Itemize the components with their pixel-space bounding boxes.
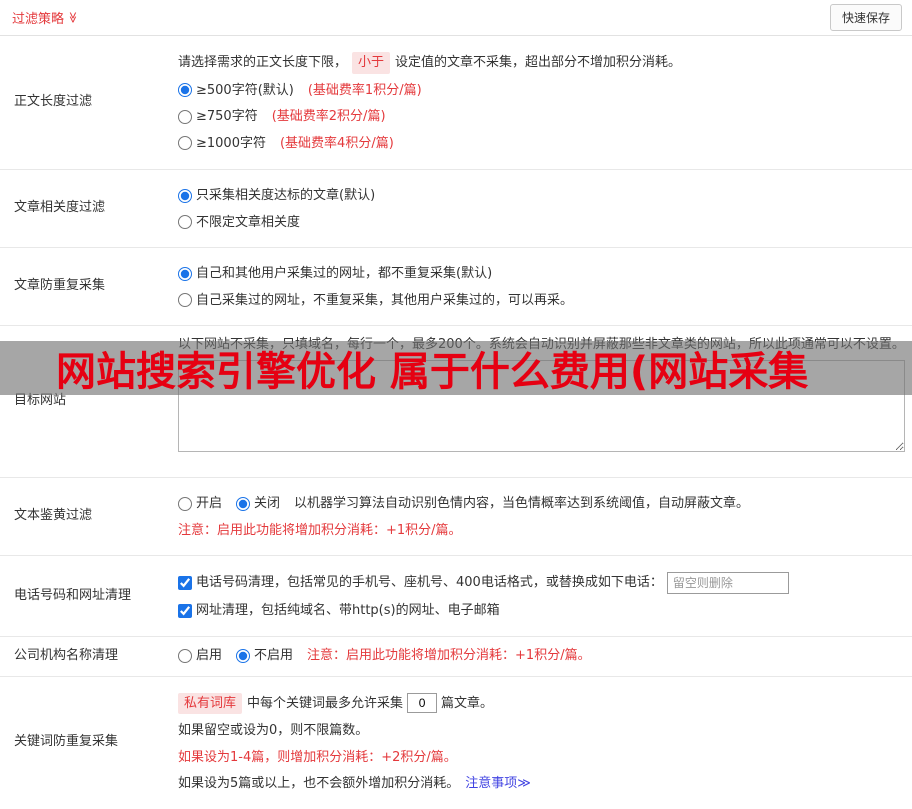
page-title[interactable]: 过滤策略 ≫: [12, 8, 79, 27]
radio-label: ≥750字符: [196, 109, 258, 124]
radio-input[interactable]: [236, 649, 251, 663]
body-length-option-row: ≥750字符 (基础费率2积分/篇): [178, 107, 904, 127]
radio-input[interactable]: [178, 266, 192, 281]
radio-label: 关闭: [254, 496, 281, 511]
section-label: 正文长度过滤: [14, 94, 93, 110]
body-length-option-row: ≥500字符(默认) (基础费率1积分/篇): [178, 81, 904, 101]
less-than-highlight: 小于: [352, 52, 391, 74]
body-length-option-row: ≥1000字符 (基础费率4积分/篇): [178, 134, 904, 154]
radio-input[interactable]: [178, 188, 192, 203]
radio-porn-off[interactable]: 关闭: [236, 494, 280, 514]
radio-label: 不限定文章相关度: [196, 214, 301, 230]
checkbox-input[interactable]: [178, 576, 192, 590]
radio-label: 自己和其他用户采集过的网址，都不重复采集(默认): [196, 266, 493, 281]
replacement-phone-input[interactable]: [666, 572, 789, 594]
phone-cleanup-row: 电话号码清理，包括常见的手机号、座机号、400电话格式，或替换成如下电话：: [178, 572, 904, 594]
radio-input[interactable]: [178, 293, 192, 308]
section-dedupe-url: 文章防重复采集 自己和其他用户采集过的网址，都不重复采集(默认) 自己采集过的网…: [0, 248, 912, 326]
porn-filter-option-row: 开启 关闭 以机器学习算法自动识别色情内容，当色情概率达到系统阈值，自动屏蔽文章…: [178, 494, 904, 514]
section-porn-filter: 文本鉴黄过滤 开启 关闭 以机器学习算法自动识别色情内容，当色情概率达到系统阈值…: [0, 478, 912, 556]
radio-label: 不启用: [254, 648, 294, 664]
keyword-limit-suffix: 篇文章。: [441, 695, 494, 711]
checkbox-input[interactable]: [178, 603, 192, 618]
section-phone-url-cleanup: 电话号码和网址清理 电话号码清理，包括常见的手机号、座机号、400电话格式，或替…: [0, 556, 912, 637]
porn-filter-description: 以机器学习算法自动识别色情内容，当色情概率达到系统阈值，自动屏蔽文章。: [294, 496, 750, 511]
section-content: 电话号码清理，包括常见的手机号、座机号、400电话格式，或替换成如下电话： 网址…: [170, 556, 912, 636]
radio-input[interactable]: [178, 215, 192, 230]
section-content: 开启 关闭 以机器学习算法自动识别色情内容，当色情概率达到系统阈值，自动屏蔽文章…: [170, 478, 912, 555]
radio-dedupe-self-only[interactable]: 自己采集过的网址，不重复采集，其他用户采集过的，可以再采。: [178, 291, 573, 311]
header-bar: 过滤策略 ≫ 快速保存: [0, 0, 912, 36]
chevron-down-icon: ≫: [66, 11, 80, 24]
radio-relevance-any[interactable]: 不限定文章相关度: [178, 213, 300, 233]
radio-porn-on[interactable]: 开启: [178, 494, 222, 514]
checkbox-phone-cleanup[interactable]: 电话号码清理，包括常见的手机号、座机号、400电话格式，或替换成如下电话：: [178, 573, 663, 593]
radio-label: 启用: [196, 648, 223, 664]
section-label: 文章防重复采集: [14, 278, 106, 294]
section-label: 文本鉴黄过滤: [14, 508, 93, 524]
watermark-text: 网站搜索引擎优化 属于什么费用(网站采集: [56, 349, 809, 395]
section-relevance: 文章相关度过滤 只采集相关度达标的文章(默认) 不限定文章相关度: [0, 170, 912, 248]
dedupe-option-row: 自己和其他用户采集过的网址，都不重复采集(默认): [178, 264, 904, 284]
radio-label: ≥500字符(默认): [196, 82, 294, 98]
keyword-note-unlimited: 如果留空或设为0，则不限篇数。: [178, 723, 369, 738]
watermark-overlay: 网站搜索引擎优化 属于什么费用(网站采集: [0, 341, 912, 395]
radio-750-chars[interactable]: ≥750字符: [178, 107, 258, 127]
checkbox-url-cleanup[interactable]: 网址清理，包括纯域名、带http(s)的网址、电子邮箱: [178, 601, 500, 621]
radio-input[interactable]: [178, 496, 192, 511]
checkbox-label: 网址清理，包括纯域名、带http(s)的网址、电子邮箱: [196, 603, 500, 618]
rate-note: (基础费率2积分/篇): [271, 109, 386, 124]
radio-label: 开启: [196, 496, 223, 511]
section-label: 公司机构名称清理: [14, 647, 119, 663]
radio-500-chars[interactable]: ≥500字符(默认): [178, 81, 294, 101]
radio-1000-chars[interactable]: ≥1000字符: [178, 134, 266, 154]
page-title-text: 过滤策略: [12, 12, 65, 27]
radio-label: 只采集相关度达标的文章(默认): [196, 188, 376, 203]
section-label: 关键词防重复采集: [14, 734, 119, 750]
keyword-limit-input[interactable]: [407, 693, 438, 714]
dedupe-option-row: 自己采集过的网址，不重复采集，其他用户采集过的，可以再采。: [178, 291, 904, 311]
keyword-limit-text: 中每个关键词最多允许采集: [247, 695, 404, 711]
company-cleanup-warning: 注意：启用此功能将增加积分消耗：+1积分/篇。: [307, 648, 591, 664]
radio-input[interactable]: [236, 496, 251, 511]
url-cleanup-row: 网址清理，包括纯域名、带http(s)的网址、电子邮箱: [178, 601, 904, 621]
section-content: 请选择需求的正文长度下限， 小于 设定值的文章不采集，超出部分不增加积分消耗。 …: [170, 36, 912, 169]
keyword-note-free-row: 如果设为5篇或以上，也不会额外增加积分消耗。 注意事项≫: [178, 774, 904, 794]
radio-company-on[interactable]: 启用: [178, 646, 222, 666]
section-label: 文章相关度过滤: [14, 200, 106, 216]
section-content: 自己和其他用户采集过的网址，都不重复采集(默认) 自己采集过的网址，不重复采集，…: [170, 248, 912, 325]
relevance-option-row: 不限定文章相关度: [178, 213, 904, 233]
porn-filter-warning: 注意：启用此功能将增加积分消耗：+1积分/篇。: [178, 522, 462, 538]
keyword-note-cost: 如果设为1-4篇，则增加积分消耗：+2积分/篇。: [178, 749, 457, 765]
radio-input[interactable]: [178, 649, 192, 663]
rate-note: (基础费率4积分/篇): [279, 135, 394, 151]
section-content: 私有词库 中每个关键词最多允许采集 篇文章。 如果留空或设为0，则不限篇数。 如…: [170, 677, 912, 809]
radio-input[interactable]: [178, 109, 192, 124]
radio-company-off[interactable]: 不启用: [236, 646, 293, 666]
section-keyword-dedupe: 关键词防重复采集 私有词库 中每个关键词最多允许采集 篇文章。 如果留空或设为0…: [0, 677, 912, 809]
private-lexicon-highlight: 私有词库: [178, 692, 243, 714]
intro-text-post: 设定值的文章不采集，超出部分不增加积分消耗。: [395, 55, 682, 70]
section-content: 启用 不启用 注意：启用此功能将增加积分消耗：+1积分/篇。: [170, 637, 912, 676]
radio-input[interactable]: [178, 136, 192, 151]
section-label: 电话号码和网址清理: [14, 587, 132, 603]
relevance-option-row: 只采集相关度达标的文章(默认): [178, 186, 904, 206]
rate-note: (基础费率1积分/篇): [307, 82, 422, 98]
radio-label: ≥1000字符: [196, 135, 266, 151]
radio-relevance-strict[interactable]: 只采集相关度达标的文章(默认): [178, 186, 375, 206]
intro-text-pre: 请选择需求的正文长度下限，: [178, 55, 348, 70]
radio-input[interactable]: [178, 83, 192, 98]
checkbox-label: 电话号码清理，包括常见的手机号、座机号、400电话格式，或替换成如下电话：: [196, 575, 663, 591]
section-company-cleanup: 公司机构名称清理 启用 不启用 注意：启用此功能将增加积分消耗：+1积分/篇。: [0, 637, 912, 677]
radio-dedupe-global[interactable]: 自己和其他用户采集过的网址，都不重复采集(默认): [178, 264, 492, 284]
notes-link[interactable]: 注意事项≫: [465, 774, 531, 794]
radio-label: 自己采集过的网址，不重复采集，其他用户采集过的，可以再采。: [196, 292, 574, 308]
section-content: 只采集相关度达标的文章(默认) 不限定文章相关度: [170, 170, 912, 247]
quick-save-button[interactable]: 快速保存: [829, 4, 902, 31]
body-length-intro: 请选择需求的正文长度下限， 小于 设定值的文章不采集，超出部分不增加积分消耗。: [178, 52, 904, 74]
keyword-note-free: 如果设为5篇或以上，也不会额外增加积分消耗。: [178, 776, 460, 791]
keyword-limit-row: 私有词库 中每个关键词最多允许采集 篇文章。: [178, 692, 904, 714]
section-body-length: 正文长度过滤 请选择需求的正文长度下限， 小于 设定值的文章不采集，超出部分不增…: [0, 36, 912, 170]
